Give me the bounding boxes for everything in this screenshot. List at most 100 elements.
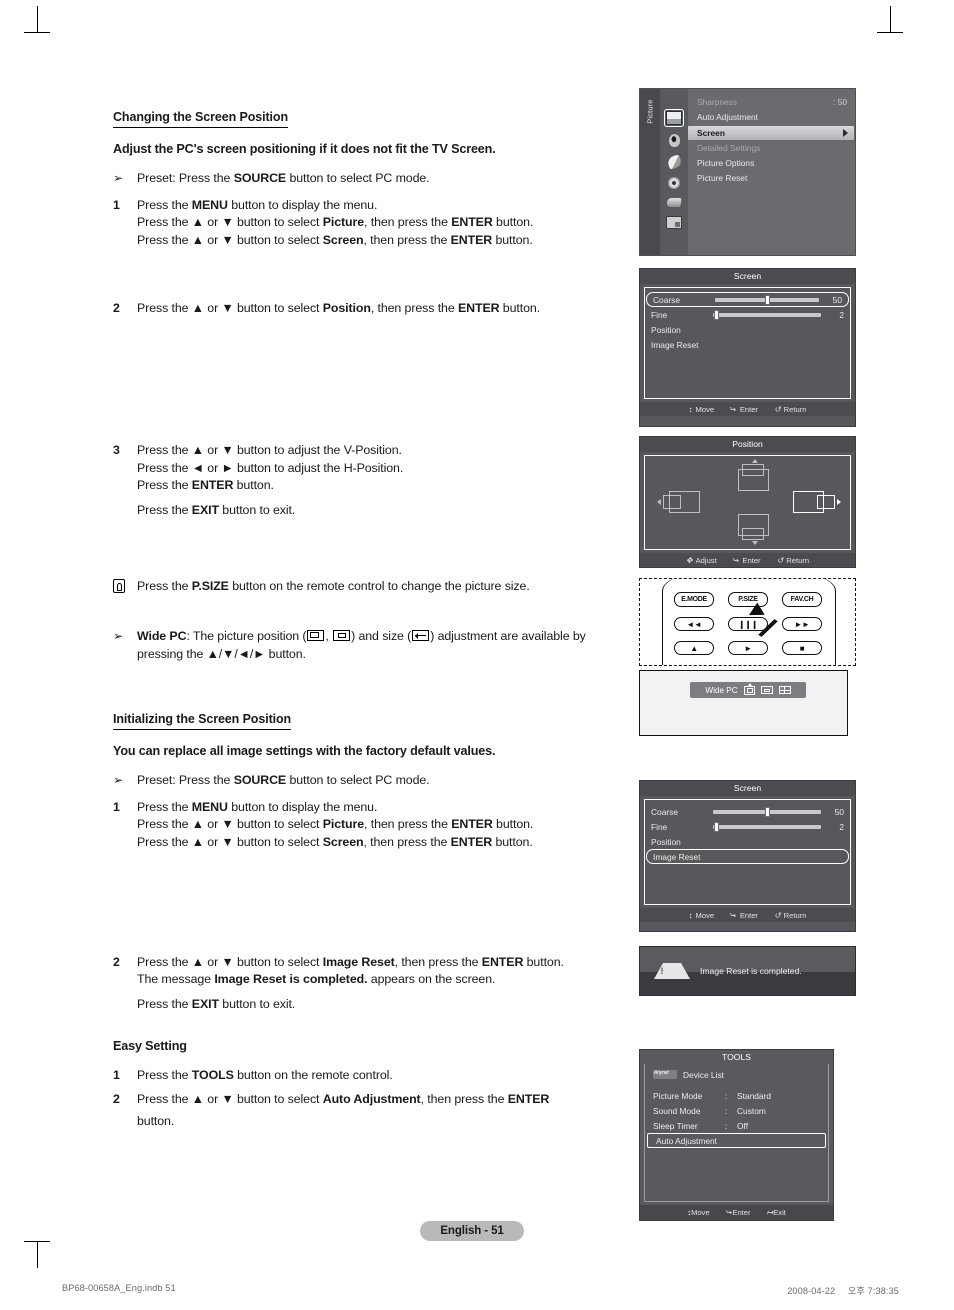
- menu-item-sharpness[interactable]: Sharpness : 50: [688, 95, 855, 110]
- position-adjust-icon: [743, 682, 755, 695]
- tools-row-picture-mode[interactable]: Picture Mode : Standard: [645, 1088, 828, 1103]
- media-icon[interactable]: [666, 216, 682, 229]
- t: ) adjustment are available by: [430, 628, 586, 643]
- screen-row-image-reset[interactable]: Image Reset: [645, 337, 850, 352]
- channel-icon[interactable]: [665, 154, 683, 170]
- screen-menu-label: Screen: [322, 834, 364, 849]
- position-down-icon[interactable]: [731, 514, 775, 545]
- t: Press the: [137, 478, 192, 493]
- bullet-arrow-icon: ➢: [113, 628, 123, 643]
- t: Press the: [137, 579, 192, 594]
- step-number: 2: [113, 954, 120, 969]
- menu-item-picture-reset[interactable]: Picture Reset: [688, 171, 855, 186]
- slider-knob[interactable]: [714, 821, 720, 832]
- screen-row-image-reset[interactable]: Image Reset: [646, 849, 849, 864]
- tools-row-device-list[interactable]: Device List: [645, 1067, 828, 1082]
- menu-item-detailed-settings[interactable]: Detailed Settings: [688, 141, 855, 156]
- wide-pc-chip-label: Wide PC: [705, 685, 738, 695]
- t: , then press the: [370, 301, 458, 316]
- row-label: Sound Mode: [653, 1105, 701, 1116]
- t: ,: [325, 628, 333, 643]
- enter-button-label: ENTER: [191, 478, 234, 493]
- t: Press the: [137, 799, 192, 814]
- screen-panel-footer: Move Enter Return: [640, 908, 855, 922]
- menu-item-screen[interactable]: Screen: [688, 126, 854, 140]
- screen-panel-footer: Move Enter Return: [640, 402, 855, 416]
- sound-icon[interactable]: [668, 134, 680, 147]
- manual-text-column: Changing the Screen Position Adjust the …: [113, 108, 633, 1131]
- remote-button-up[interactable]: ▲: [674, 641, 714, 655]
- t: button.: [492, 817, 534, 832]
- fine-slider[interactable]: [713, 821, 821, 832]
- coarse-slider[interactable]: [713, 806, 821, 817]
- menu-item-label: Detailed Settings: [697, 143, 761, 153]
- picture-menu-tab-column: Picture: [640, 89, 660, 255]
- psize-button-label: P.SIZE: [191, 579, 229, 594]
- init-step-2-line-1: Press the ▲ or ▼ button to select Image …: [137, 954, 633, 972]
- screen-row-position[interactable]: Position: [645, 322, 850, 337]
- position-left-icon[interactable]: [657, 488, 705, 518]
- remote-button-pause[interactable]: ❙❙❙: [728, 617, 768, 631]
- screen-row-position[interactable]: Position: [645, 834, 850, 849]
- position-right-icon[interactable]: [793, 488, 841, 518]
- print-footer-timestamp: 2008-04-22 오후 7:38:35: [777, 1283, 899, 1297]
- tools-row-auto-adjustment[interactable]: Auto Adjustment: [647, 1133, 826, 1148]
- menu-item-label: Sharpness: [697, 97, 738, 107]
- print-footer-time: 오후 7:38:35: [847, 1286, 899, 1296]
- position-menu-label: Position: [322, 301, 371, 316]
- t: , then press the: [420, 1091, 508, 1106]
- coarse-slider[interactable]: [715, 294, 819, 305]
- enter-button-label: ENTER: [450, 834, 493, 849]
- t: Preset: Press the: [137, 773, 234, 788]
- screen-row-fine[interactable]: Fine 2: [645, 819, 850, 834]
- remote-button-stop[interactable]: ■: [782, 641, 822, 655]
- chevron-right-icon: [843, 129, 848, 137]
- slider-knob[interactable]: [714, 309, 720, 320]
- screen-row-coarse[interactable]: Coarse 50: [645, 804, 850, 819]
- t: Press the: [137, 502, 192, 517]
- step-number: 3: [113, 442, 120, 457]
- init-step-1-line-3: Press the ▲ or ▼ button to select Screen…: [137, 834, 633, 852]
- slider-knob[interactable]: [764, 806, 770, 817]
- psize-note: Press the P.SIZE button on the remote co…: [113, 578, 633, 596]
- input-icon[interactable]: [666, 198, 682, 207]
- remote-button-emode[interactable]: E.MODE: [674, 592, 714, 607]
- position-graphic-area: [644, 455, 851, 550]
- tools-row-sleep-timer[interactable]: Sleep Timer : Off: [645, 1118, 828, 1133]
- row-label: Position: [651, 836, 681, 847]
- wide-pc-chip: Wide PC: [690, 682, 806, 698]
- t: button to display the menu.: [227, 197, 378, 212]
- tools-menu-inner: Device List Picture Mode : Standard Soun…: [644, 1064, 829, 1202]
- footer-move-label: Move: [691, 1208, 710, 1217]
- remote-button-rewind[interactable]: ◄◄: [674, 617, 714, 631]
- fine-slider[interactable]: [713, 309, 821, 320]
- menu-button-label: MENU: [191, 197, 228, 212]
- remote-button-favch[interactable]: FAV.CH: [782, 592, 822, 607]
- screen-row-fine[interactable]: Fine 2: [645, 307, 850, 322]
- screen-panel-body: Coarse 50 Fine 2 Position Image Reset: [644, 287, 851, 399]
- crop-mark-tr-h: [877, 32, 903, 33]
- wide-pc-callout: Wide PC: [639, 670, 848, 736]
- footer-enter-label: Enter: [739, 404, 758, 414]
- t: The message: [137, 972, 215, 987]
- row-value: 2: [839, 309, 844, 320]
- screen-panel-title: Screen: [640, 269, 855, 284]
- position-up-icon[interactable]: [731, 459, 775, 492]
- t: appears on the screen.: [367, 972, 496, 987]
- slider-knob[interactable]: [764, 294, 770, 305]
- remote-button-psize[interactable]: P.SIZE: [728, 592, 768, 607]
- screen-row-coarse[interactable]: Coarse 50: [646, 292, 849, 307]
- remote-button-play[interactable]: ►: [728, 641, 768, 655]
- screen-panel-spacer: [645, 864, 850, 904]
- widepc-note: ➢ Wide PC: The picture position (, ) and…: [113, 628, 633, 663]
- picture-icon[interactable]: [664, 109, 684, 127]
- slider-track: [713, 824, 821, 829]
- setup-icon[interactable]: [668, 177, 680, 189]
- row-value: 2: [839, 821, 844, 832]
- remote-button-forward[interactable]: ►►: [782, 617, 822, 631]
- menu-item-label: Picture Options: [697, 158, 755, 168]
- osd-tools-menu: TOOLS Device List Picture Mode : Standar…: [639, 1049, 834, 1221]
- tools-row-sound-mode[interactable]: Sound Mode : Custom: [645, 1103, 828, 1118]
- menu-item-picture-options[interactable]: Picture Options: [688, 156, 855, 171]
- menu-item-auto-adjustment[interactable]: Auto Adjustment: [688, 110, 855, 125]
